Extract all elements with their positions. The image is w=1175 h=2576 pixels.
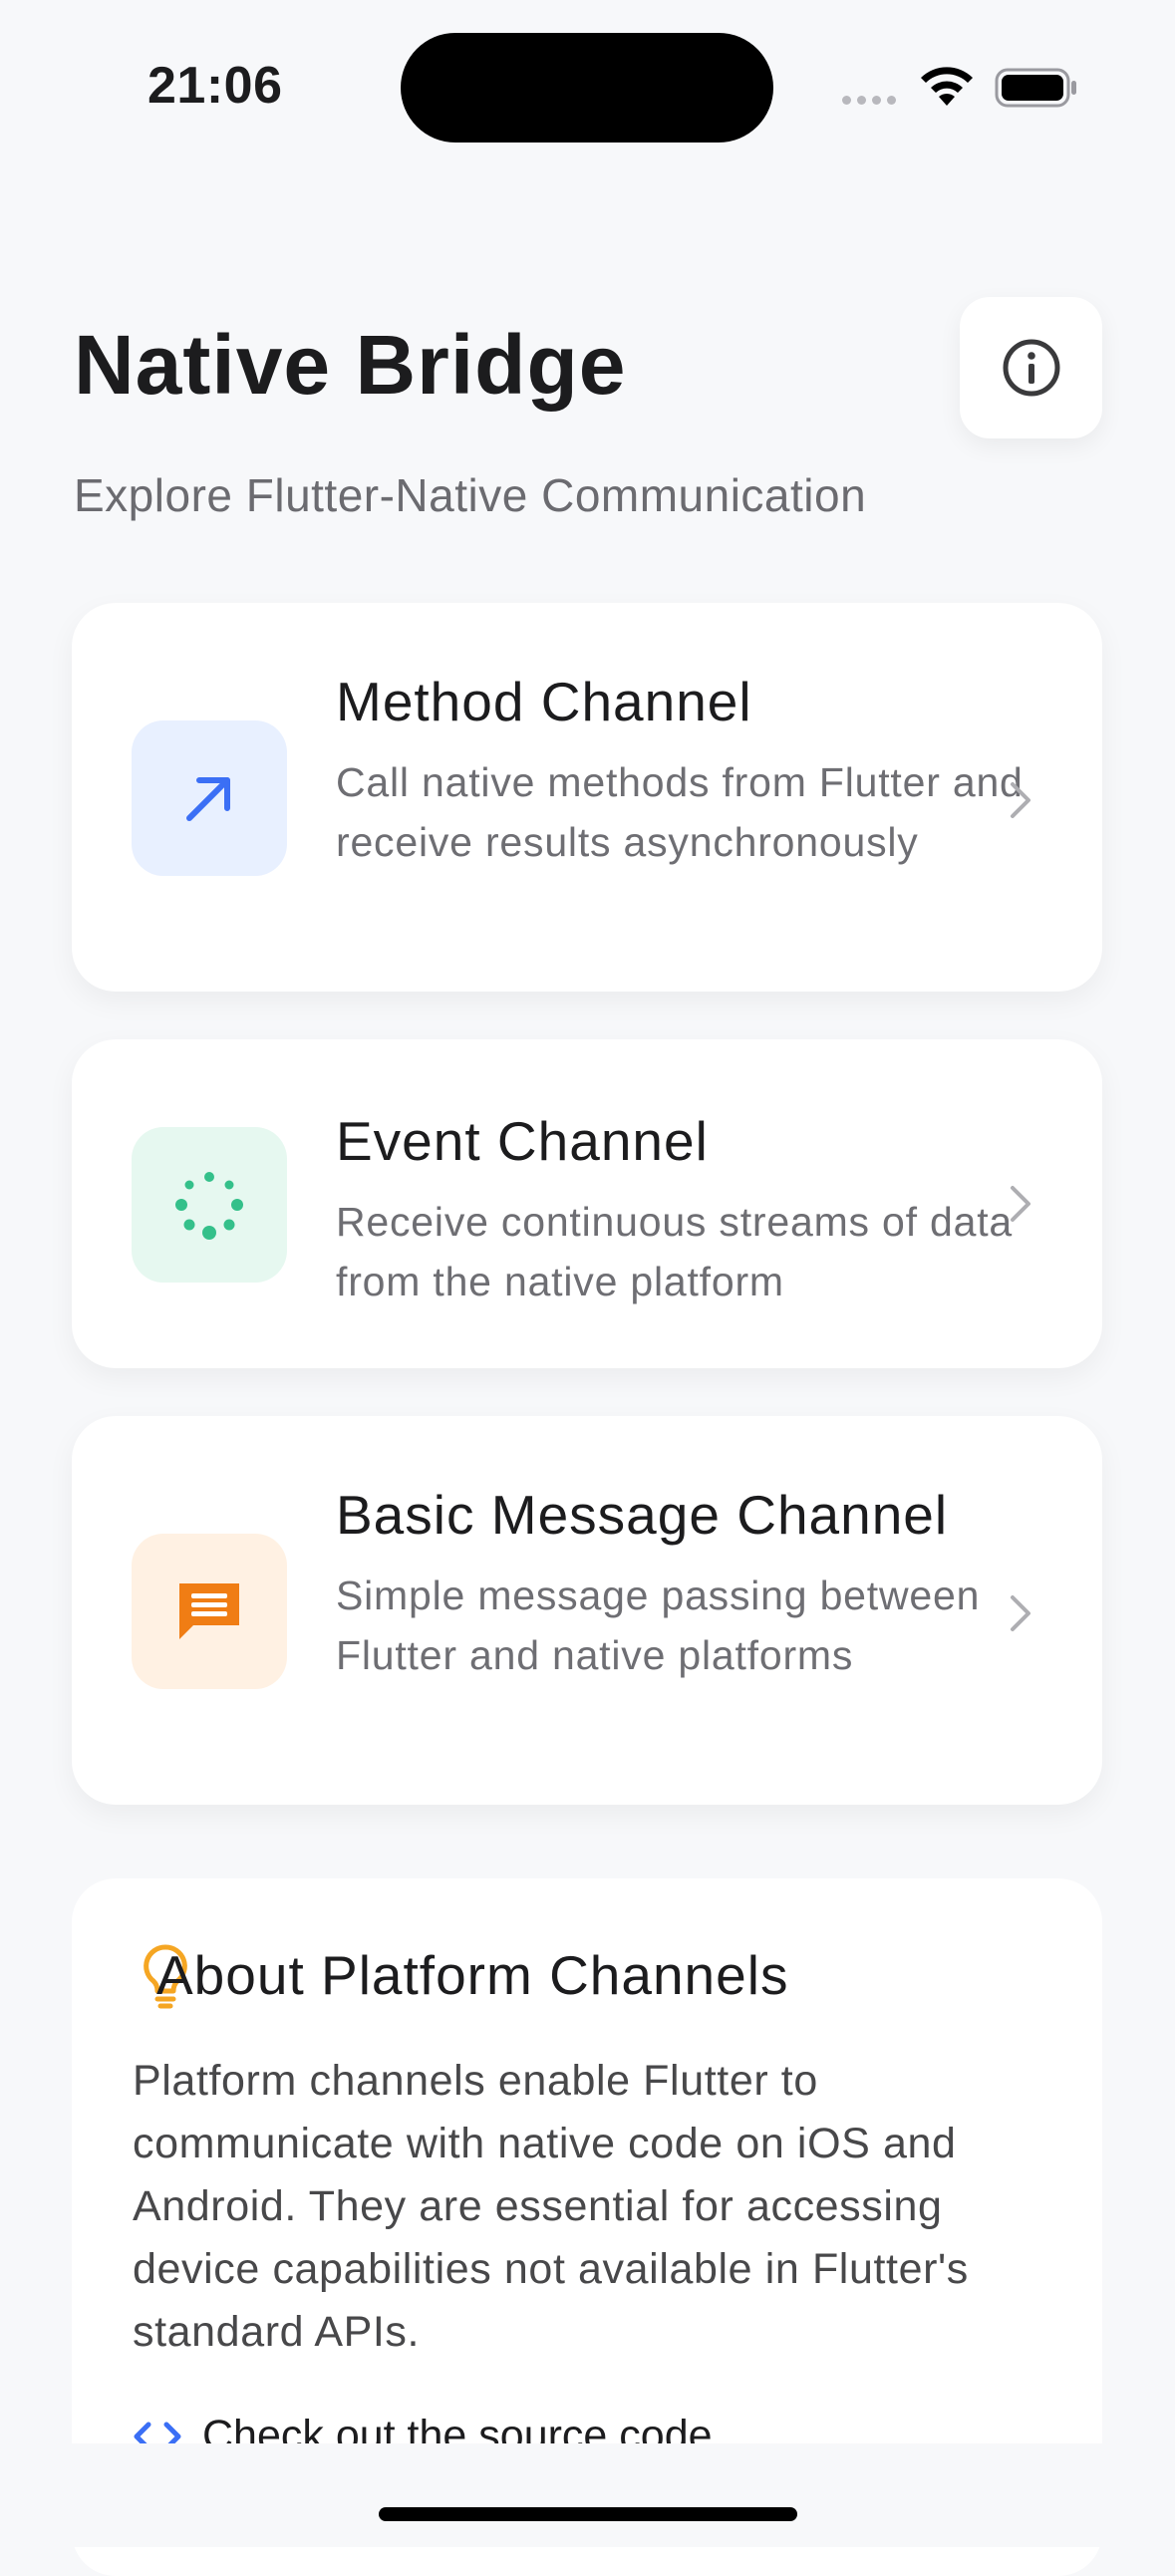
- event-channel-icon-tile: [132, 1127, 287, 1283]
- chevron-right-icon: [1011, 1595, 1030, 1631]
- page-title: Native Bridge: [74, 318, 627, 412]
- bottom-safe-area: [0, 2443, 1175, 2547]
- wifi-icon: [921, 67, 973, 106]
- card-title: Event Channel: [336, 1110, 709, 1172]
- page-subtitle: Explore Flutter-Native Communication: [74, 469, 867, 521]
- card-title: Basic Message Channel: [336, 1484, 949, 1546]
- info-button[interactable]: [960, 297, 1102, 438]
- method-channel-icon-tile: [132, 720, 287, 876]
- basic-message-channel-card[interactable]: Basic Message Channel Simple message pas…: [72, 1416, 1102, 1805]
- card-description: Simple message passing between Flutter a…: [336, 1573, 981, 1678]
- arrow-up-right-icon: [186, 777, 230, 821]
- card-title: Method Channel: [336, 671, 752, 732]
- chevron-right-icon: [1011, 1186, 1030, 1222]
- about-description: Platform channels enable Flutter to comm…: [133, 2057, 969, 2356]
- battery-icon: [995, 68, 1076, 108]
- method-channel-card[interactable]: Method Channel Call native methods from …: [72, 603, 1102, 992]
- stream-icon: [175, 1172, 243, 1240]
- event-channel-card[interactable]: Event Channel Receive continuous streams…: [72, 1039, 1102, 1368]
- about-title: About Platform Channels: [156, 1944, 789, 2006]
- chevron-right-icon: [1011, 782, 1030, 818]
- card-description: Call native methods from Flutter and rec…: [336, 759, 1024, 865]
- dynamic-island: [401, 33, 773, 143]
- message-icon: [179, 1583, 239, 1639]
- status-time: 21:06: [147, 57, 283, 115]
- cellular-signal-icon: [842, 96, 896, 105]
- info-icon: [1003, 339, 1059, 397]
- home-indicator[interactable]: [379, 2507, 797, 2521]
- basic-message-channel-icon-tile: [132, 1534, 287, 1689]
- card-description: Receive continuous streams of data from …: [336, 1199, 1013, 1304]
